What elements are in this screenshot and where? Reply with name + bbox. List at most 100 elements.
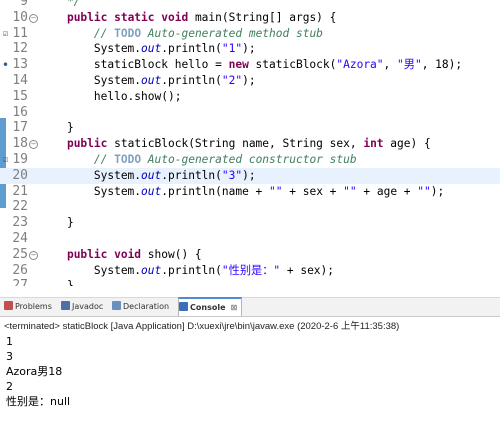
code-token: out bbox=[141, 184, 162, 198]
code-line[interactable]: 12 System.out.println("1"); bbox=[0, 41, 500, 57]
view-tab-bar: Problems Javadoc Declaration Console ⊠ bbox=[0, 297, 500, 317]
code-line[interactable]: 17 } bbox=[0, 120, 500, 136]
code-token: , bbox=[383, 58, 398, 72]
code-text: public void show() { bbox=[40, 247, 202, 263]
code-text: } bbox=[40, 120, 74, 136]
code-token: .println(name + bbox=[161, 184, 270, 198]
code-token: out bbox=[141, 42, 162, 56]
code-token: "性别是：" bbox=[221, 263, 281, 277]
tab-console[interactable]: Console ⊠ bbox=[178, 297, 243, 317]
line-number: 15 bbox=[12, 88, 28, 104]
code-text: staticBlock hello = new staticBlock("Azo… bbox=[40, 57, 462, 73]
code-text: hello.show(); bbox=[40, 89, 182, 105]
code-token: Auto-generated method stub bbox=[141, 26, 323, 40]
line-number: 11 bbox=[12, 25, 28, 41]
line-number: 17 bbox=[12, 120, 28, 136]
code-token: .println( bbox=[161, 263, 222, 277]
code-line[interactable]: 25− public void show() { bbox=[0, 247, 500, 263]
code-token: .println( bbox=[161, 74, 222, 87]
code-token: staticBlock hello = bbox=[40, 58, 229, 72]
code-line[interactable]: 24 bbox=[0, 231, 500, 247]
line-number: 14 bbox=[12, 73, 28, 88]
code-token: "" bbox=[343, 184, 357, 198]
code-line[interactable]: 21 System.out.println(name + "" + sex + … bbox=[0, 184, 500, 200]
code-token: public static void bbox=[66, 10, 189, 24]
code-line[interactable]: 22 bbox=[0, 199, 500, 215]
console-icon bbox=[179, 302, 188, 311]
declaration-icon bbox=[112, 301, 121, 310]
code-line[interactable]: 26 System.out.println("性别是：" + sex); bbox=[0, 263, 500, 279]
code-text: // TODO Auto-generated method stub bbox=[40, 26, 323, 42]
code-token: System. bbox=[40, 184, 142, 198]
line-number: 27 bbox=[12, 278, 28, 286]
code-token: // bbox=[93, 26, 115, 40]
line-number: 19 bbox=[12, 152, 28, 167]
code-token: ); bbox=[242, 168, 256, 182]
console-output-line: 性别是：null bbox=[6, 395, 71, 408]
code-token: } bbox=[40, 121, 74, 135]
fold-toggle-icon[interactable]: − bbox=[29, 250, 38, 260]
code-line[interactable]: 23 } bbox=[0, 215, 500, 231]
code-token: TODO bbox=[114, 153, 142, 166]
tab-label: Problems bbox=[15, 302, 52, 311]
code-token: "" bbox=[417, 184, 431, 198]
line-number: 9 bbox=[20, 0, 28, 9]
line-number: 21 bbox=[12, 183, 28, 199]
problems-icon bbox=[4, 301, 13, 310]
code-token: show() { bbox=[141, 247, 202, 261]
code-line[interactable]: 15 hello.show(); bbox=[0, 89, 500, 105]
code-token: staticBlock(String name, String sex, bbox=[107, 137, 364, 151]
tab-label: Declaration bbox=[123, 302, 170, 311]
code-line[interactable]: • 13 staticBlock hello = new staticBlock(… bbox=[0, 57, 500, 73]
code-line[interactable]: 10− public static void main(String[] arg… bbox=[0, 10, 500, 26]
code-text: public staticBlock(String name, String s… bbox=[40, 136, 431, 152]
tab-problems[interactable]: Problems bbox=[4, 298, 52, 316]
tab-declaration[interactable]: Declaration bbox=[112, 298, 169, 316]
code-token: staticBlock( bbox=[248, 58, 337, 72]
code-token: ); bbox=[242, 74, 256, 87]
fold-toggle-icon[interactable]: − bbox=[29, 13, 38, 23]
line-number: 24 bbox=[12, 231, 28, 246]
code-line[interactable]: 14 System.out.println("2"); bbox=[0, 73, 500, 89]
fold-toggle-icon[interactable]: − bbox=[29, 140, 38, 150]
code-line[interactable]: 20 System.out.println("3"); bbox=[0, 167, 500, 184]
code-text: // TODO Auto-generated constructor stub bbox=[40, 152, 357, 168]
tab-javadoc[interactable]: Javadoc bbox=[61, 298, 103, 316]
code-token: ); bbox=[242, 42, 256, 56]
code-editor[interactable]: 9 */10− public static void main(String[]… bbox=[0, 0, 500, 286]
code-line[interactable]: ☑ 19 // TODO Auto-generated constructor s… bbox=[0, 152, 500, 168]
code-line[interactable]: 18− public staticBlock(String name, Stri… bbox=[0, 136, 500, 152]
code-text: System.out.println("2"); bbox=[40, 73, 256, 89]
close-icon[interactable]: ⊠ bbox=[231, 299, 238, 317]
console-output-line: Azora男18 bbox=[6, 365, 63, 378]
code-token: "" bbox=[269, 184, 283, 198]
tab-label: Javadoc bbox=[72, 302, 104, 311]
console-output-line: 1 bbox=[6, 335, 13, 348]
code-line[interactable]: 16 bbox=[0, 105, 500, 121]
line-number: 16 bbox=[12, 104, 28, 120]
code-token: main(String[] args) { bbox=[188, 10, 337, 24]
code-token: Auto-generated constructor stub bbox=[141, 153, 357, 166]
line-number: 22 bbox=[12, 199, 28, 215]
code-line[interactable]: 9 */ bbox=[0, 0, 500, 10]
code-token: */ bbox=[40, 0, 81, 8]
code-text: System.out.println(name + "" + sex + "" … bbox=[40, 184, 444, 200]
code-token: // bbox=[93, 153, 115, 166]
code-token: + age + bbox=[356, 184, 418, 198]
code-line[interactable]: 27 } bbox=[0, 278, 500, 286]
code-token: age) { bbox=[383, 137, 431, 151]
code-token: int bbox=[363, 137, 384, 151]
code-token: } bbox=[40, 279, 74, 286]
code-token: out bbox=[141, 263, 162, 277]
code-token: System. bbox=[40, 168, 142, 182]
console-status-line: <terminated> staticBlock [Java Applicati… bbox=[4, 321, 400, 332]
console-output[interactable]: 1 3 Azora男18 2 性别是：null bbox=[6, 334, 70, 409]
code-text: } bbox=[40, 215, 74, 231]
code-token: .println( bbox=[161, 42, 222, 56]
code-line[interactable]: ☑ 11 // TODO Auto-generated method stub bbox=[0, 26, 500, 42]
code-text: System.out.println("性别是：" + sex); bbox=[40, 263, 334, 279]
